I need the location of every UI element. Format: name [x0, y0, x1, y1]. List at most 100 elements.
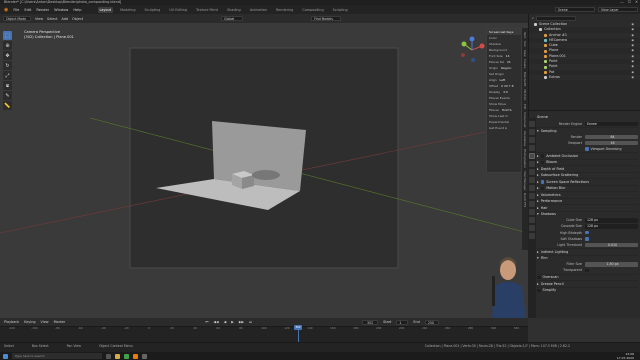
end-frame-field[interactable]: 250 — [424, 319, 439, 325]
viewport-menu-view[interactable]: View — [35, 17, 43, 21]
select-tool-icon[interactable]: ⬚ — [3, 31, 12, 40]
task-view-icon[interactable] — [106, 353, 111, 359]
section-checkbox[interactable] — [540, 160, 545, 165]
collection-properties-icon[interactable] — [529, 169, 535, 175]
sidebar-tab-edit[interactable]: Edit — [523, 104, 527, 109]
workspace-tab-rendering[interactable]: Rendering — [274, 7, 295, 13]
light-threshold-field[interactable]: 0.010 — [585, 242, 638, 248]
npanel-row[interactable]: Get Event A — [487, 125, 521, 131]
start-menu-icon[interactable] — [3, 353, 8, 359]
workspace-tab-layout[interactable]: Layout — [97, 6, 114, 13]
section-checkbox[interactable] — [540, 180, 545, 184]
menu-render[interactable]: Render — [36, 8, 49, 12]
overscan-checkbox[interactable] — [537, 275, 541, 280]
sidebar-tab-shot-manager[interactable]: Shot Manager — [523, 171, 527, 191]
workspace-tab-sculpting[interactable]: Sculpting — [143, 7, 163, 13]
transform-orientation[interactable]: Global — [221, 16, 244, 21]
outliner-search-input[interactable] — [535, 15, 576, 21]
prev-keyframe-icon[interactable]: ◀◀ — [213, 320, 218, 324]
view-layer-properties-icon[interactable] — [529, 145, 535, 151]
3d-viewport[interactable]: Camera Perspective (302) Collection | Pl… — [0, 23, 528, 318]
blender-logo-icon[interactable]: ◉ — [4, 7, 8, 13]
sidebar-tab-view[interactable]: View — [523, 50, 527, 57]
jump-start-icon[interactable]: ⏮ — [205, 320, 208, 324]
viewport-menu-object[interactable]: Object — [72, 17, 83, 21]
cube-size-select[interactable]: 128 px — [585, 218, 638, 223]
menu-window[interactable]: Window — [54, 8, 68, 12]
file-explorer-icon[interactable] — [115, 353, 120, 359]
scale-tool-icon[interactable]: ⤢ — [3, 71, 12, 80]
current-frame-field[interactable]: 302 — [362, 319, 379, 325]
workspace-tab-animation[interactable]: Animation — [248, 7, 269, 13]
material-properties-icon[interactable] — [529, 225, 535, 231]
find-models-button[interactable]: Find Models — [311, 16, 342, 21]
timeline-menu-keying[interactable]: Keying — [24, 320, 35, 324]
render-samples-field[interactable]: 64 — [585, 134, 638, 140]
rotate-tool-icon[interactable]: ↻ — [3, 61, 12, 70]
outliner-row[interactable]: Extras ◉ — [529, 74, 640, 81]
sidebar-tab-screencast[interactable]: Screencast — [523, 112, 527, 127]
sidebar-tab-item[interactable]: Item — [523, 32, 527, 38]
timeline-menu-playback[interactable]: Playback — [4, 320, 19, 324]
workspace-tab-modeling[interactable]: Modeling — [118, 7, 137, 13]
output-properties-icon[interactable] — [529, 137, 535, 143]
workspace-tab-scripting[interactable]: Scripting — [331, 7, 350, 13]
mode-selector[interactable]: Object Mode — [3, 16, 31, 21]
modifier-properties-icon[interactable] — [529, 185, 535, 191]
physics-properties-icon[interactable] — [529, 201, 535, 207]
particles-properties-icon[interactable] — [529, 193, 535, 199]
play-reverse-icon[interactable]: ◀ — [224, 320, 227, 324]
scene-properties-icon[interactable] — [529, 153, 535, 159]
tool-properties-icon[interactable] — [529, 121, 535, 127]
start-frame-field[interactable]: 1 — [396, 319, 409, 325]
taskbar-search-input[interactable]: Type here to search — [12, 353, 102, 359]
sidebar-tab-tool[interactable]: Tool — [523, 41, 527, 46]
world-properties-icon[interactable] — [529, 161, 535, 167]
workspace-tab-compositing[interactable]: Compositing — [300, 7, 325, 13]
sidebar-tab-3d-print[interactable]: 3D-Print — [523, 89, 527, 100]
section-checkbox[interactable] — [540, 186, 545, 191]
timeline-menu-marker[interactable]: Marker — [54, 320, 66, 324]
viewport-menu-add[interactable]: Add — [62, 17, 69, 21]
play-icon[interactable]: ▶ — [231, 320, 234, 324]
measure-tool-icon[interactable]: 📏 — [3, 101, 12, 110]
object-properties-icon[interactable] — [529, 177, 535, 183]
timeline-menu-view[interactable]: View — [41, 320, 49, 324]
system-clock[interactable]: 12:06 17.07.2020 — [617, 352, 634, 360]
render-properties-icon[interactable] — [529, 129, 535, 135]
gizmo-neg-z-axis[interactable] — [471, 58, 475, 62]
outliner-filter-icon[interactable]: ⌕ — [532, 16, 534, 20]
viewport-samples-field[interactable]: 16 — [585, 140, 638, 146]
scene-selector[interactable]: Scene — [555, 7, 595, 12]
move-tool-icon[interactable]: ✥ — [3, 51, 12, 60]
gizmo-neg-x-axis[interactable] — [461, 53, 465, 57]
menu-help[interactable]: Help — [73, 8, 81, 12]
texture-properties-icon[interactable] — [529, 233, 535, 239]
cursor-tool-icon[interactable]: ⊕ — [3, 41, 12, 50]
workspace-tab-uv-editing[interactable]: UV Editing — [167, 7, 189, 13]
sidebar-tab-create[interactable]: Create — [523, 59, 527, 68]
annotate-tool-icon[interactable]: ✎ — [3, 91, 12, 100]
cascade-size-select[interactable]: 128 px — [585, 224, 638, 229]
view-layer-selector[interactable]: View Layer — [598, 7, 638, 12]
high-bitdepth-checkbox[interactable] — [585, 230, 589, 235]
sidebar-tab-blenderkit[interactable]: BlenderKit — [523, 72, 527, 87]
next-keyframe-icon[interactable]: ▶▶ — [239, 320, 244, 324]
navigation-gizmo[interactable] — [458, 36, 486, 64]
workspace-tab-shading[interactable]: Shading — [225, 7, 243, 13]
browser-icon[interactable] — [124, 353, 129, 359]
soft-shadows-checkbox[interactable] — [585, 237, 589, 241]
menu-edit[interactable]: Edit — [24, 8, 31, 12]
filter-size-field[interactable]: 1.50 px — [585, 262, 638, 267]
transparent-checkbox[interactable] — [585, 268, 589, 273]
blender-taskbar-icon[interactable] — [133, 353, 138, 359]
sidebar-tab-quick-vfx[interactable]: Quick VFX — [523, 193, 527, 207]
jump-end-icon[interactable]: ⏭ — [249, 320, 252, 324]
workspace-tab-texture-paint[interactable]: Texture Paint — [194, 7, 220, 13]
sidebar-tab-photographer[interactable]: Photographer — [523, 149, 527, 168]
gizmo-x-axis[interactable] — [479, 43, 485, 49]
sidebar-tab-vacatatoss[interactable]: Vacatatoss — [523, 131, 527, 146]
section-checkbox[interactable] — [540, 154, 545, 158]
gizmo-z-axis[interactable] — [469, 36, 475, 42]
visibility-eye-icon[interactable]: ◉ — [631, 75, 634, 80]
